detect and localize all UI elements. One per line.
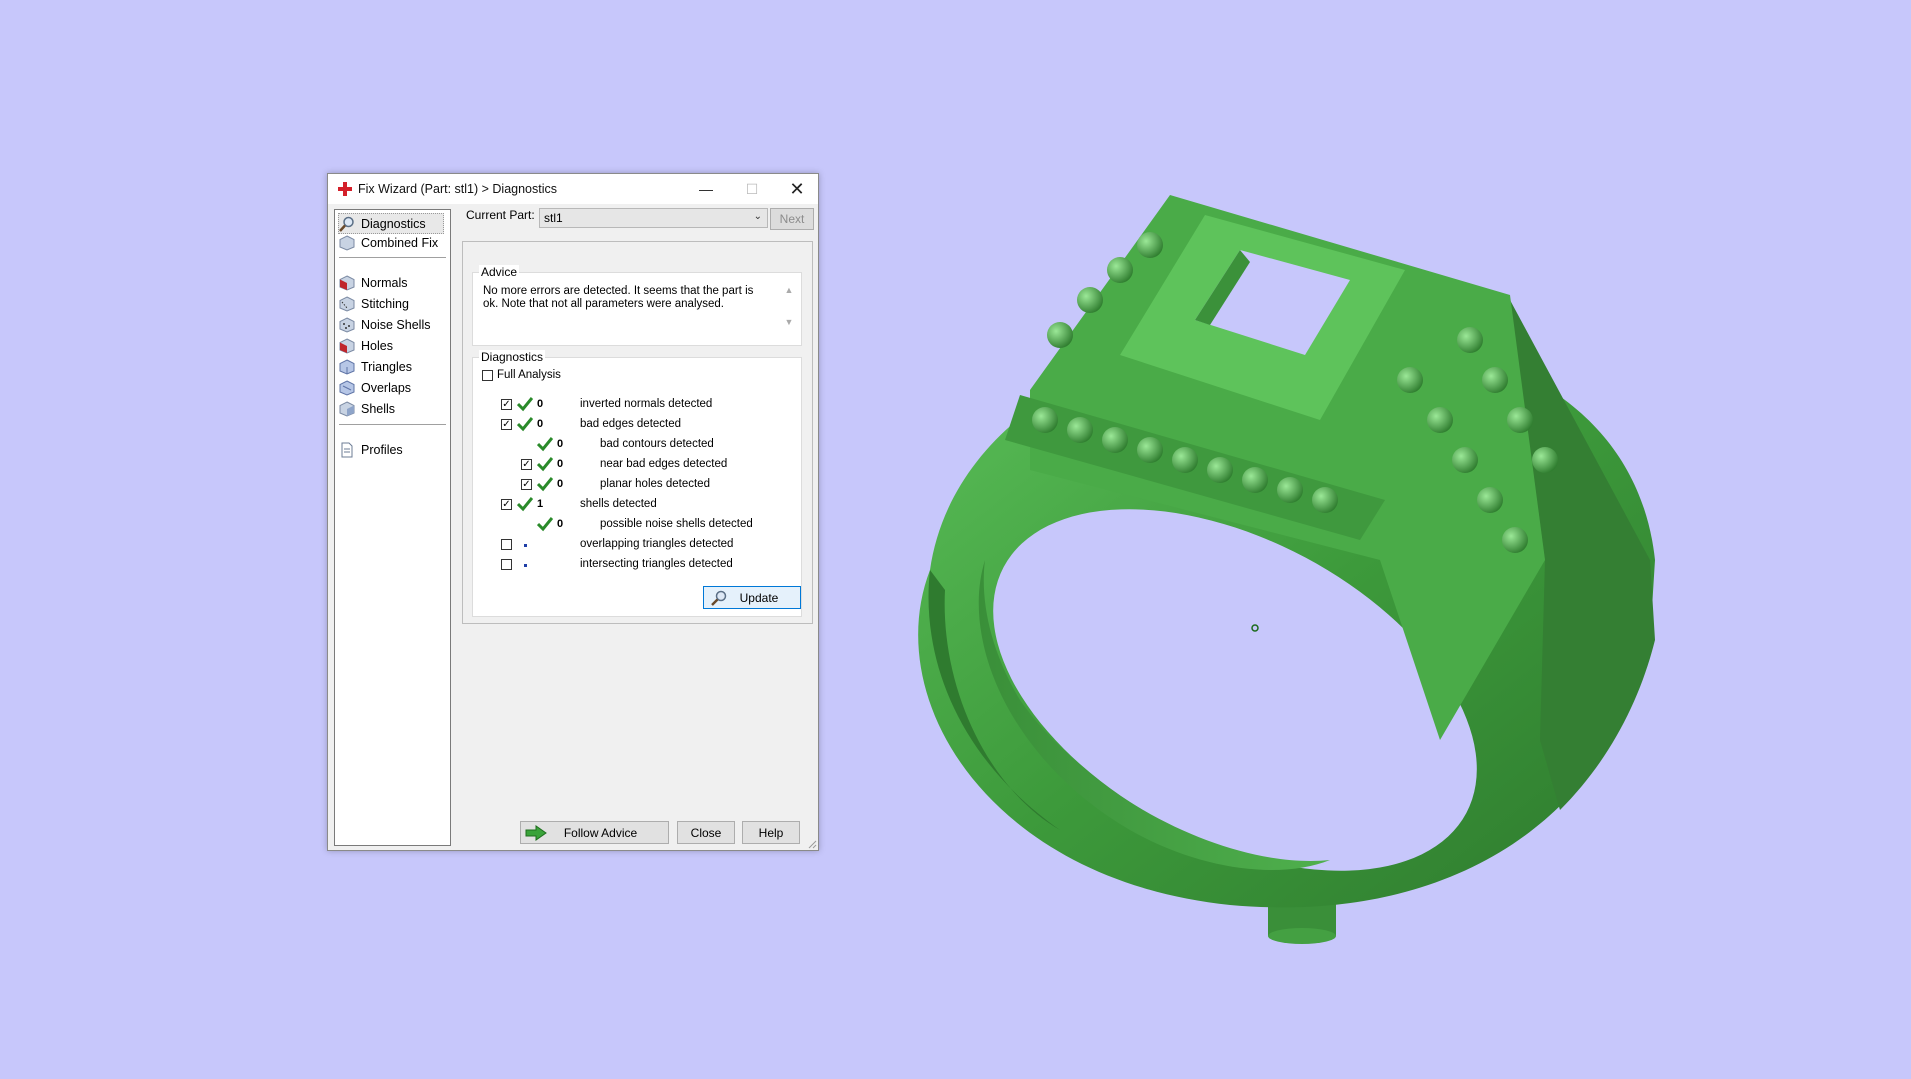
nav-item-label: Noise Shells xyxy=(361,317,431,332)
check-icon xyxy=(537,477,553,492)
nav-item-profiles[interactable]: Profiles xyxy=(339,440,403,459)
diagnostics-panel: Advice No more errors are detected. It s… xyxy=(462,241,813,624)
scroll-down-icon[interactable]: ▼ xyxy=(783,317,795,327)
noise-shells-icon xyxy=(339,316,355,333)
current-part-value: stl1 xyxy=(544,211,563,225)
follow-advice-label: Follow Advice xyxy=(563,825,638,840)
help-button[interactable]: Help xyxy=(742,821,800,844)
overlapping-triangles-checkbox[interactable] xyxy=(501,539,512,550)
nav-separator xyxy=(339,257,446,258)
update-button-label: Update xyxy=(739,590,779,605)
check-icon xyxy=(537,517,553,532)
near-bad-edges-count: 0 xyxy=(557,458,564,470)
nav-item-label: Combined Fix xyxy=(361,235,439,250)
chevron-down-icon: ⌄ xyxy=(753,211,762,222)
nav-item-label: Triangles xyxy=(361,359,412,374)
3d-viewport[interactable] xyxy=(0,0,1911,1079)
planar-holes-checkbox[interactable]: ✓ xyxy=(521,479,532,490)
near-bad-edges-label: near bad edges detected xyxy=(600,458,728,470)
update-button[interactable]: Update xyxy=(703,586,801,609)
diagnostics-title: Diagnostics xyxy=(479,350,546,364)
full-analysis-checkbox[interactable] xyxy=(482,370,493,381)
bad-contours-count: 0 xyxy=(557,438,564,450)
magnifier-icon xyxy=(339,216,354,232)
shells-count: 1 xyxy=(537,498,544,510)
status-dot xyxy=(524,564,527,567)
near-bad-edges-checkbox[interactable]: ✓ xyxy=(521,459,532,470)
cube-icon xyxy=(339,234,355,251)
nav-item-label: Shells xyxy=(361,401,396,416)
bad-edges-label: bad edges detected xyxy=(580,418,682,430)
stitching-cube-icon xyxy=(339,295,355,312)
nav-item-label: Normals xyxy=(361,275,408,290)
inverted-normals-count: 0 xyxy=(537,398,544,410)
overlaps-cube-icon xyxy=(339,379,355,396)
check-icon xyxy=(517,417,533,432)
intersecting-triangles-checkbox[interactable] xyxy=(501,559,512,570)
status-dot xyxy=(524,544,527,547)
arrow-right-icon xyxy=(525,825,547,841)
inverted-normals-label: inverted normals detected xyxy=(580,398,713,410)
app-cross-icon xyxy=(338,182,352,196)
triangles-cube-icon xyxy=(339,358,355,375)
document-icon xyxy=(341,442,353,457)
noise-shells-count: 0 xyxy=(557,518,564,530)
planar-holes-label: planar holes detected xyxy=(600,478,710,490)
scroll-up-icon[interactable]: ▲ xyxy=(783,285,795,295)
nav-item-label: Diagnostics xyxy=(361,216,426,231)
check-icon xyxy=(517,497,533,512)
nav-item-label: Holes xyxy=(361,338,393,353)
close-window-button[interactable]: ✕ xyxy=(774,174,820,204)
follow-advice-button[interactable]: Follow Advice xyxy=(520,821,669,844)
planar-holes-count: 0 xyxy=(557,478,564,490)
resize-grip-icon[interactable] xyxy=(807,839,817,849)
minimize-button[interactable]: — xyxy=(683,174,729,204)
full-analysis-label: Full Analysis xyxy=(497,369,561,381)
nav-item-noise-shells[interactable]: Noise Shells xyxy=(339,315,430,334)
advice-scrollbar[interactable]: ▲ ▼ xyxy=(783,285,795,333)
nav-item-label: Profiles xyxy=(361,442,403,457)
overlapping-triangles-label: overlapping triangles detected xyxy=(580,538,734,550)
inverted-normals-checkbox[interactable]: ✓ xyxy=(501,399,512,410)
check-icon xyxy=(517,397,533,412)
current-part-label: Current Part: xyxy=(466,208,535,222)
ring-model[interactable] xyxy=(0,0,1911,1079)
close-button[interactable]: Close xyxy=(677,821,735,844)
title-bar[interactable]: Fix Wizard (Part: stl1) > Diagnostics — … xyxy=(328,174,818,204)
window-title: Fix Wizard (Part: stl1) > Diagnostics xyxy=(358,182,558,196)
nav-separator xyxy=(339,424,446,425)
shells-label: shells detected xyxy=(580,498,657,510)
nav-item-label: Overlaps xyxy=(361,380,412,395)
diagnostics-group: Diagnostics Full Analysis ✓ 0 inverted n… xyxy=(472,350,802,617)
normals-cube-icon xyxy=(339,274,355,291)
maximize-button[interactable]: ☐ xyxy=(729,174,775,204)
nav-item-holes[interactable]: Holes xyxy=(339,336,393,355)
current-part-select[interactable]: stl1 ⌄ xyxy=(539,208,768,228)
bad-contours-label: bad contours detected xyxy=(600,438,714,450)
advice-text: No more errors are detected. It seems th… xyxy=(483,285,754,310)
intersecting-triangles-label: intersecting triangles detected xyxy=(580,558,733,570)
shells-cube-icon xyxy=(339,400,355,417)
nav-item-diagnostics[interactable]: Diagnostics xyxy=(338,213,444,234)
wizard-nav-list: Diagnostics Combined Fix Normals Stitchi… xyxy=(334,209,451,846)
nav-item-shells[interactable]: Shells xyxy=(339,399,395,418)
magnifier-icon xyxy=(711,590,727,606)
advice-title: Advice xyxy=(479,265,520,279)
nav-item-label: Stitching xyxy=(361,296,409,311)
bad-edges-count: 0 xyxy=(537,418,544,430)
bad-edges-checkbox[interactable]: ✓ xyxy=(501,419,512,430)
nav-item-overlaps[interactable]: Overlaps xyxy=(339,378,411,397)
shells-checkbox[interactable]: ✓ xyxy=(501,499,512,510)
check-icon xyxy=(537,437,553,452)
nav-item-triangles[interactable]: Triangles xyxy=(339,357,412,376)
check-icon xyxy=(537,457,553,472)
nav-item-stitching[interactable]: Stitching xyxy=(339,294,409,313)
fix-wizard-window: Fix Wizard (Part: stl1) > Diagnostics — … xyxy=(327,173,819,851)
nav-item-combined-fix[interactable]: Combined Fix xyxy=(339,233,438,252)
advice-group: Advice No more errors are detected. It s… xyxy=(472,265,802,346)
next-button[interactable]: Next xyxy=(770,208,814,230)
noise-shells-label: possible noise shells detected xyxy=(600,518,753,530)
nav-item-normals[interactable]: Normals xyxy=(339,273,408,292)
holes-cube-icon xyxy=(339,337,355,354)
